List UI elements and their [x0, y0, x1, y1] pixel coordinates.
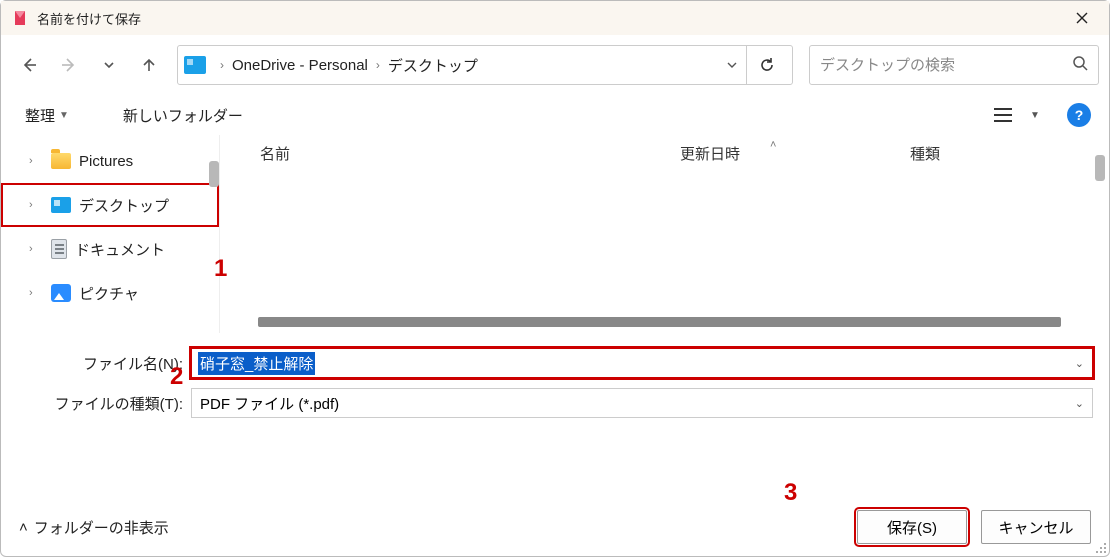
cancel-button[interactable]: キャンセル — [981, 510, 1091, 544]
body-area: › Pictures › デスクトップ › ドキュメント › ピクチャ 名前 更… — [1, 135, 1109, 333]
resize-grip[interactable] — [1093, 540, 1107, 554]
expand-icon[interactable]: › — [29, 287, 43, 299]
toolbar: 整理 ▼ 新しいフォルダー ▼ ? — [1, 95, 1109, 135]
help-button[interactable]: ? — [1067, 103, 1091, 127]
save-button[interactable]: 保存(S) — [857, 510, 967, 544]
back-button[interactable] — [11, 47, 47, 83]
filename-dropdown-icon[interactable]: ⌄ — [1075, 357, 1084, 370]
annotation-2: 2 — [170, 363, 183, 391]
address-bar[interactable]: › OneDrive - Personal › デスクトップ — [177, 45, 793, 85]
filetype-value: PDF ファイル (*.pdf) — [200, 393, 339, 414]
hide-folders-label: フォルダーの非表示 — [34, 517, 169, 538]
view-caret[interactable]: ▼ — [1027, 110, 1043, 121]
search-box[interactable] — [809, 45, 1099, 85]
folder-icon — [51, 153, 71, 169]
tree-label: ピクチャ — [79, 283, 139, 304]
nav-bar: › OneDrive - Personal › デスクトップ — [1, 35, 1109, 95]
search-icon[interactable] — [1072, 55, 1088, 76]
organize-menu[interactable]: 整理 ▼ — [19, 101, 75, 130]
location-icon — [184, 56, 206, 74]
filetype-label: ファイルの種類(T): — [17, 393, 183, 414]
desktop-icon — [51, 197, 71, 213]
document-icon — [51, 239, 67, 259]
nav-tree: › Pictures › デスクトップ › ドキュメント › ピクチャ — [1, 135, 219, 333]
sort-caret-icon: ˄ — [770, 139, 776, 151]
view-menu[interactable] — [989, 107, 1017, 123]
filename-value: 硝子窓_禁止解除 — [198, 352, 315, 375]
pictures-icon — [51, 284, 71, 302]
tree-label: ドキュメント — [75, 239, 165, 260]
tree-item-pictures-jp[interactable]: › ピクチャ — [1, 271, 219, 315]
expand-icon[interactable]: › — [29, 243, 43, 255]
expand-icon[interactable]: › — [29, 155, 43, 167]
recent-dropdown[interactable] — [91, 47, 127, 83]
filelist-scrollbar[interactable] — [1095, 155, 1105, 181]
filelist-hscrollbar[interactable] — [258, 317, 1061, 327]
tree-item-documents[interactable]: › ドキュメント — [1, 227, 219, 271]
column-date-label: 更新日時 — [680, 146, 740, 163]
chevron-up-icon: ˄ — [19, 519, 28, 536]
title-bar: 名前を付けて保存 — [1, 1, 1109, 35]
column-type[interactable]: 種類 — [910, 143, 1109, 164]
window-title: 名前を付けて保存 — [37, 9, 141, 28]
file-list[interactable]: 名前 更新日時 ˄ 種類 — [219, 135, 1109, 333]
tree-label: Pictures — [79, 153, 133, 170]
column-name[interactable]: 名前 — [260, 143, 680, 164]
tree-item-desktop[interactable]: › デスクトップ — [1, 183, 219, 227]
organize-label: 整理 — [25, 105, 55, 126]
fields-area: ファイル名(N): 硝子窓_禁止解除 ⌄ ファイルの種類(T): PDF ファイ… — [1, 333, 1109, 429]
annotation-1: 1 — [214, 255, 227, 283]
hide-folders-toggle[interactable]: ˄ フォルダーの非表示 — [19, 517, 169, 538]
new-folder-button[interactable]: 新しいフォルダー — [117, 101, 249, 130]
chevron-right-icon[interactable]: › — [372, 58, 384, 72]
tree-label: デスクトップ — [79, 195, 169, 216]
new-folder-label: 新しいフォルダー — [123, 105, 243, 126]
sidebar-scrollbar[interactable] — [209, 161, 219, 187]
column-headers: 名前 更新日時 ˄ 種類 — [220, 135, 1109, 171]
breadcrumb-onedrive[interactable]: OneDrive - Personal — [228, 57, 372, 74]
forward-button[interactable] — [51, 47, 87, 83]
close-button[interactable] — [1059, 1, 1105, 35]
caret-down-icon: ▼ — [59, 110, 69, 121]
breadcrumb-desktop[interactable]: デスクトップ — [384, 55, 482, 76]
filename-input[interactable]: 硝子窓_禁止解除 ⌄ — [191, 348, 1093, 378]
app-icon — [11, 9, 29, 27]
chevron-right-icon[interactable]: › — [216, 58, 228, 72]
address-dropdown[interactable] — [718, 58, 746, 72]
filetype-select[interactable]: PDF ファイル (*.pdf) ⌄ — [191, 388, 1093, 418]
column-date[interactable]: 更新日時 ˄ — [680, 143, 910, 164]
up-button[interactable] — [131, 47, 167, 83]
filetype-dropdown-icon[interactable]: ⌄ — [1075, 397, 1084, 410]
tree-item-pictures[interactable]: › Pictures — [1, 139, 219, 183]
search-input[interactable] — [820, 57, 1072, 74]
footer: ˄ フォルダーの非表示 保存(S) キャンセル — [1, 498, 1109, 556]
filename-label: ファイル名(N): — [17, 353, 183, 374]
refresh-button[interactable] — [746, 45, 786, 85]
expand-icon[interactable]: › — [29, 199, 43, 211]
